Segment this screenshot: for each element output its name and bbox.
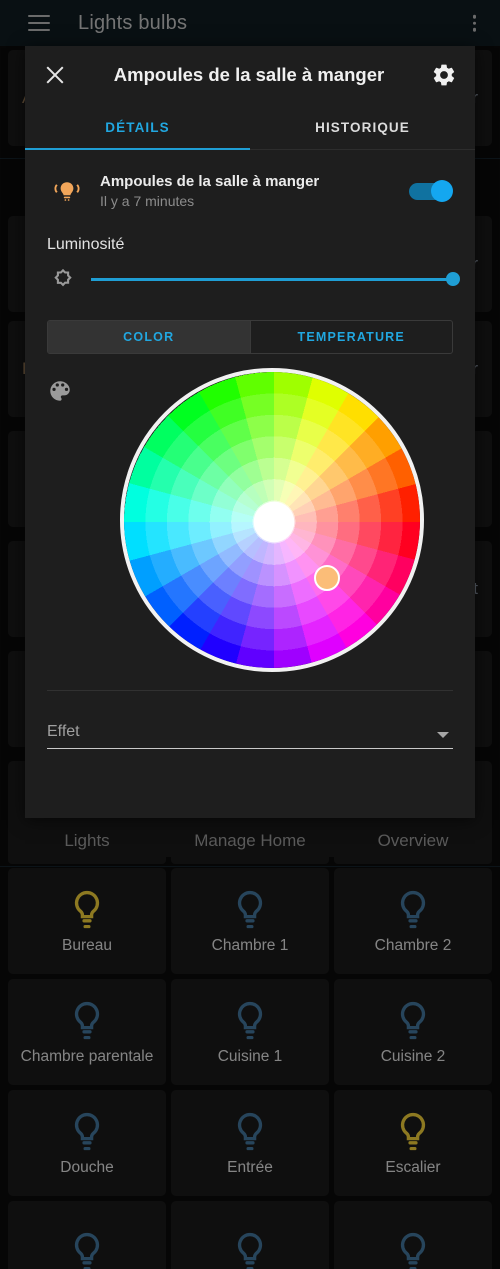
tab-history[interactable]: HISTORIQUE xyxy=(250,104,475,150)
power-toggle[interactable] xyxy=(409,180,453,202)
brightness-icon xyxy=(47,267,79,291)
dialog-tabs: DÉTAILS HISTORIQUE xyxy=(25,104,475,150)
brightness-label: Luminosité xyxy=(47,236,125,253)
segment-label: COLOR xyxy=(123,330,175,344)
tab-label: HISTORIQUE xyxy=(315,119,410,135)
segment-label: TEMPERATURE xyxy=(297,330,405,344)
device-name: Ampoules de la salle à manger xyxy=(100,173,320,190)
dialog-title: Ampoules de la salle à manger xyxy=(113,64,385,85)
color-wheel[interactable] xyxy=(120,368,424,672)
device-info: Ampoules de la salle à manger Il y a 7 m… xyxy=(100,173,409,209)
dialog-header: Ampoules de la salle à manger xyxy=(25,46,475,104)
more-info-dialog: Ampoules de la salle à manger DÉTAILS HI… xyxy=(25,46,475,818)
tab-label: DÉTAILS xyxy=(105,119,170,135)
toggle-knob xyxy=(431,180,453,202)
tab-details[interactable]: DÉTAILS xyxy=(25,104,250,150)
effect-select[interactable]: Effet xyxy=(47,723,453,749)
color-mode-segmented-control: COLOR TEMPERATURE xyxy=(47,320,453,354)
app-root: Lights bulbs An ur er Bu er ht xyxy=(0,0,500,1269)
segment-temperature[interactable]: TEMPERATURE xyxy=(249,321,453,353)
divider xyxy=(47,690,453,691)
active-tab-indicator xyxy=(25,147,250,150)
slider-thumb[interactable] xyxy=(446,272,460,286)
gear-icon[interactable] xyxy=(431,62,457,88)
palette-icon xyxy=(50,381,70,401)
dialog-body: Ampoules de la salle à manger Il y a 7 m… xyxy=(25,160,475,749)
slider-bar xyxy=(91,278,453,281)
brightness-slider[interactable] xyxy=(91,269,460,289)
color-picker xyxy=(47,368,453,676)
device-last-changed: Il y a 7 minutes xyxy=(100,193,195,209)
color-wheel-segments xyxy=(124,372,420,668)
chevron-down-icon[interactable] xyxy=(437,732,449,738)
color-wheel-svg xyxy=(124,372,420,668)
color-wheel-marker[interactable] xyxy=(314,565,340,591)
effect-placeholder: Effet xyxy=(47,723,80,740)
light-bulb-on-icon[interactable] xyxy=(47,178,87,204)
brightness-row xyxy=(47,256,460,302)
device-row: Ampoules de la salle à manger Il y a 7 m… xyxy=(47,160,453,222)
segment-color[interactable]: COLOR xyxy=(48,321,250,353)
close-icon[interactable] xyxy=(43,63,67,87)
